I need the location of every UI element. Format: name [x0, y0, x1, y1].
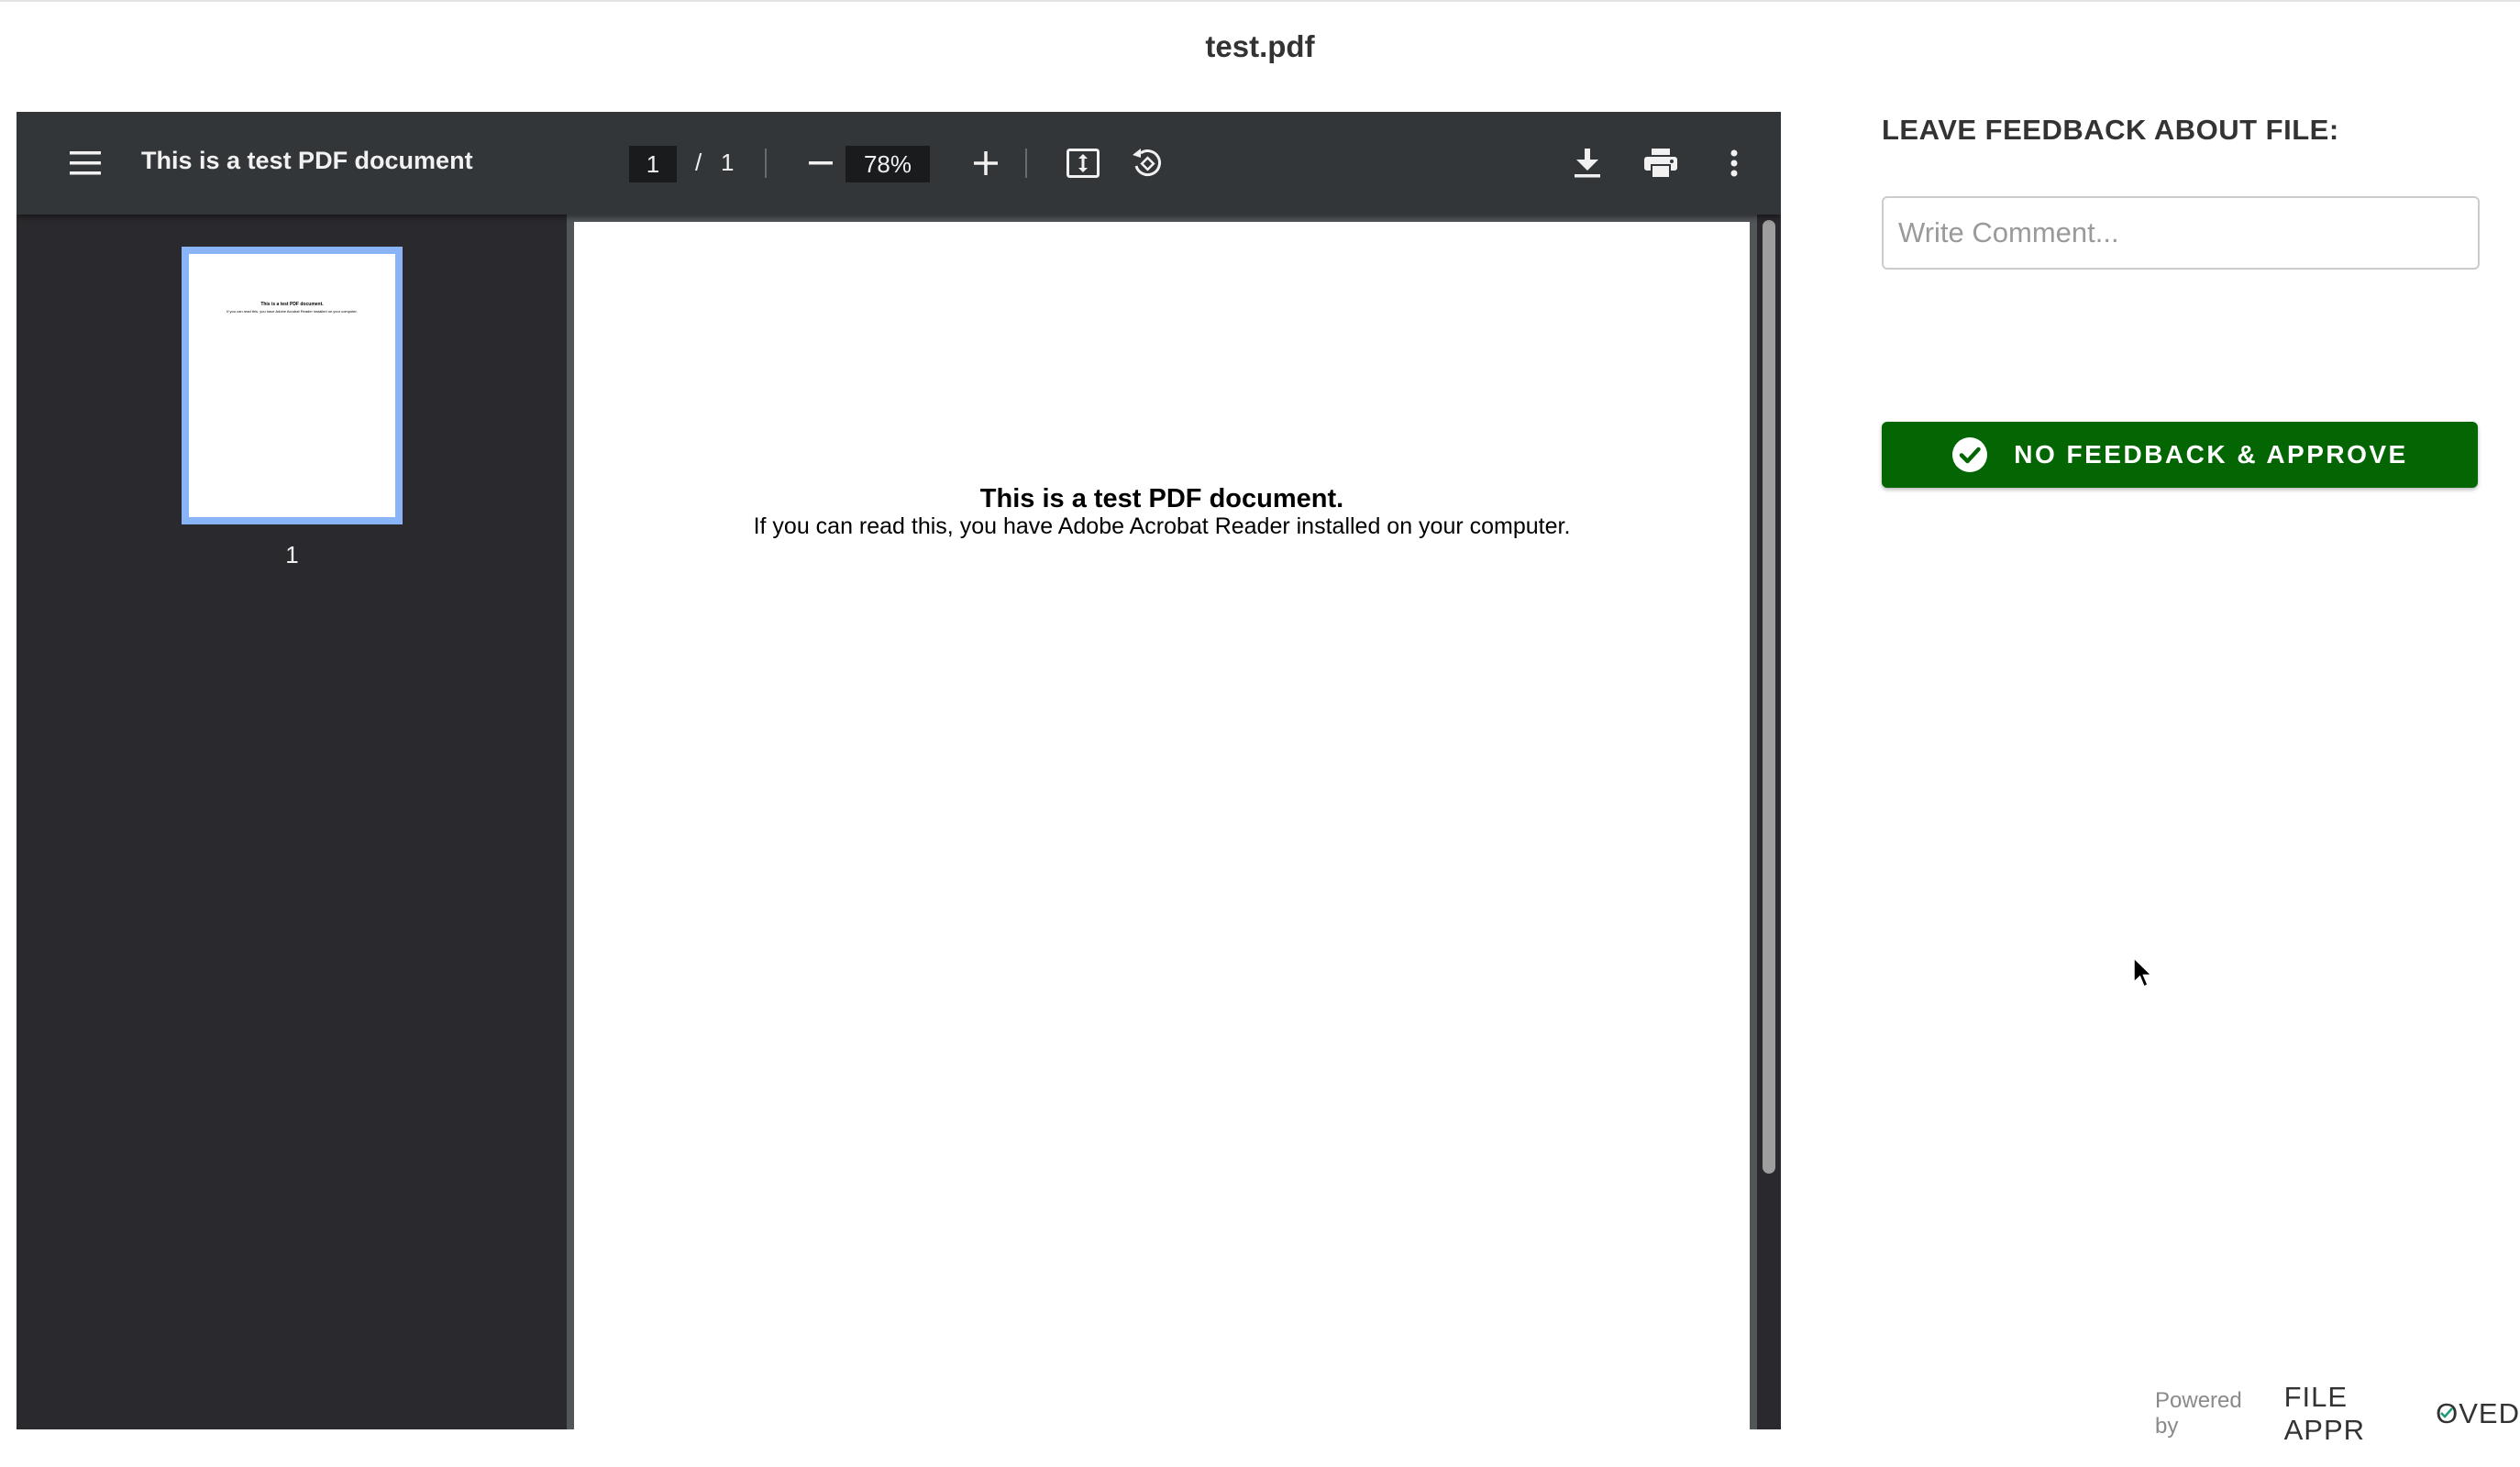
mouse-cursor-icon: [2133, 957, 2153, 988]
brand-o-with-check: O: [2436, 1397, 2459, 1430]
zoom-in-button[interactable]: [963, 143, 1009, 183]
check-circle-icon: [1951, 436, 1988, 473]
toolbar-divider: [765, 149, 767, 178]
fit-page-button[interactable]: [1060, 141, 1106, 185]
fit-page-icon: [1067, 149, 1100, 178]
thumbnail-heading: This is a test PDF document.: [260, 302, 324, 307]
brand-text-end: VED: [2459, 1397, 2520, 1429]
menu-button[interactable]: [62, 143, 108, 183]
powered-by-text: Powered by: [2155, 1388, 2242, 1439]
pdf-page: This is a test PDF document. If you can …: [574, 222, 1750, 1429]
download-icon: [1575, 149, 1600, 178]
file-approved-logo[interactable]: FILE APPR O VED: [2284, 1381, 2520, 1447]
check-icon: [2440, 1407, 2454, 1418]
zoom-out-button[interactable]: [798, 143, 844, 183]
download-button[interactable]: [1564, 141, 1610, 185]
comment-input[interactable]: [1882, 196, 2480, 270]
brand-text-start: FILE APPR: [2283, 1381, 2366, 1446]
print-button[interactable]: [1636, 141, 1686, 185]
page-separator: /: [695, 149, 702, 176]
rotate-icon: [1133, 149, 1161, 177]
rotate-button[interactable]: [1124, 141, 1170, 185]
thumbnail-body: If you can read this, you have Adobe Acr…: [227, 309, 358, 314]
hamburger-menu-icon: [70, 151, 101, 175]
thumbnail-sidebar: This is a test PDF document. If you can …: [17, 215, 567, 1429]
plus-icon: [974, 151, 998, 175]
page-total: 1: [721, 149, 735, 176]
page-number-input[interactable]: 1: [629, 146, 677, 182]
vertical-scrollbar[interactable]: [1757, 215, 1781, 1429]
scrollbar-thumb[interactable]: [1763, 220, 1775, 1174]
page-view[interactable]: This is a test PDF document. If you can …: [567, 215, 1781, 1429]
page-title: test.pdf: [1205, 29, 1315, 63]
page-heading: This is a test PDF document.: [979, 484, 1344, 513]
feedback-heading: LEAVE FEEDBACK ABOUT FILE:: [1882, 114, 2339, 146]
page-body-text: If you can read this, you have Adobe Acr…: [753, 513, 1571, 539]
thumbnail-page-number: 1: [285, 541, 299, 568]
pdf-viewer: This is a test PDF document 1 / 1 78% Th…: [17, 112, 1781, 1429]
pdf-toolbar: This is a test PDF document 1 / 1 78%: [17, 112, 1781, 215]
approve-button[interactable]: NO FEEDBACK & APPROVE: [1882, 422, 2478, 488]
document-title: This is a test PDF document: [141, 147, 473, 174]
zoom-level-input[interactable]: 78%: [846, 146, 930, 182]
powered-by-footer: Powered by FILE APPR O VED: [2155, 1381, 2520, 1447]
approve-button-label: NO FEEDBACK & APPROVE: [2014, 440, 2408, 469]
print-icon: [1644, 149, 1677, 178]
minus-icon: [809, 161, 833, 165]
page-thumbnail[interactable]: This is a test PDF document. If you can …: [182, 247, 403, 524]
more-vertical-icon: [1730, 149, 1738, 177]
toolbar-divider: [1025, 149, 1027, 178]
top-border: [0, 0, 2520, 2]
more-options-button[interactable]: [1711, 141, 1757, 185]
